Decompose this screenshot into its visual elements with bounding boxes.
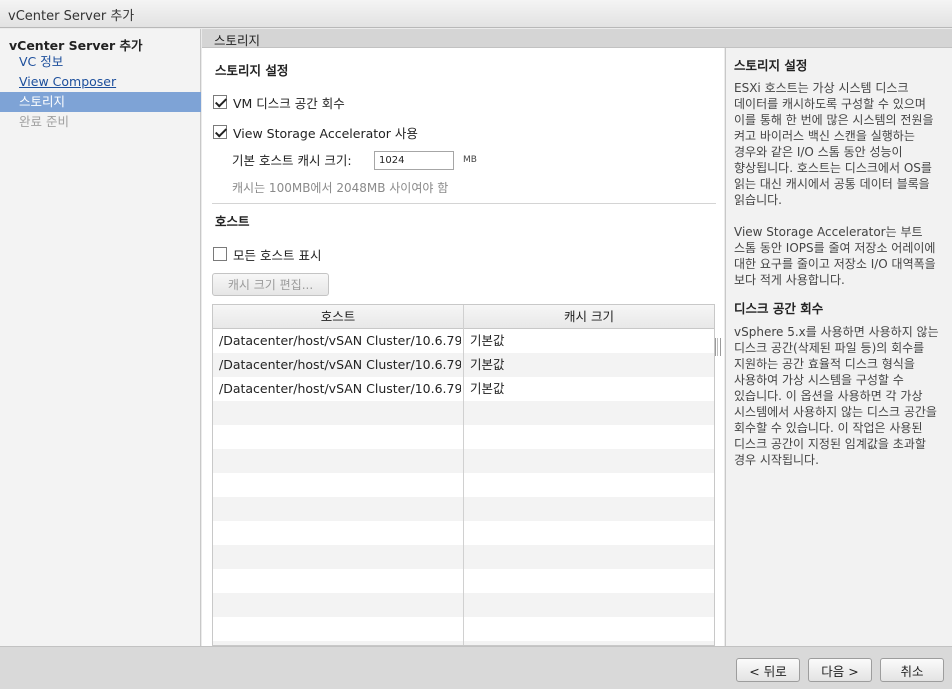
storage-accelerator-label: View Storage Accelerator 사용 <box>233 125 418 141</box>
sidebar-item-view-composer[interactable]: View Composer <box>0 72 201 92</box>
cache-size-unit: MB <box>463 155 477 165</box>
storage-settings-heading: 스토리지 설정 <box>215 63 289 78</box>
show-all-hosts-label: 모든 호스트 표시 <box>233 247 322 263</box>
host-cache-size-label: 기본 호스트 캐시 크기: <box>232 153 352 168</box>
section-divider <box>212 203 716 204</box>
reclaim-disk-space-checkbox[interactable] <box>213 95 227 109</box>
show-all-hosts-checkbox[interactable] <box>213 247 227 261</box>
host-cache-size-input[interactable] <box>374 151 454 170</box>
section-title: 스토리지 <box>214 33 261 48</box>
column-separator[interactable] <box>463 305 464 645</box>
help-title-storage-settings: 스토리지 설정 <box>734 58 808 73</box>
show-all-hosts-row[interactable]: 모든 호스트 표시 <box>213 245 321 263</box>
next-button[interactable]: 다음 > <box>808 658 872 682</box>
main-panel: 스토리지 설정 VM 디스크 공간 회수 View Storage Accele… <box>202 48 724 646</box>
sidebar-item-ready-to-complete: 완료 준비 <box>19 114 69 129</box>
reclaim-disk-space-row[interactable]: VM 디스크 공간 회수 <box>213 93 345 111</box>
storage-accelerator-row[interactable]: View Storage Accelerator 사용 <box>213 123 418 141</box>
back-button[interactable]: < 뒤로 <box>736 658 800 682</box>
column-header-cache-size[interactable]: 캐시 크기 <box>464 305 714 329</box>
section-header: 스토리지 <box>202 29 952 48</box>
sidebar-item-storage[interactable]: 스토리지 <box>0 92 201 112</box>
hosts-table: /Datacenter/host/vSAN Cluster/10.6.79 기본… <box>212 304 715 646</box>
wizard-footer: < 뒤로 다음 > 취소 <box>0 646 952 689</box>
column-header-host[interactable]: 호스트 <box>213 305 463 329</box>
cancel-button[interactable]: 취소 <box>880 658 944 682</box>
cache-size-cell: 기본값 <box>470 357 505 372</box>
panel-splitter-handle[interactable] <box>715 338 721 356</box>
host-path-cell: /Datacenter/host/vSAN Cluster/10.6.79 <box>219 381 461 396</box>
window-title: vCenter Server 추가 <box>8 9 135 24</box>
help-paragraph-accelerator: View Storage Accelerator는 부트 스톰 동안 IOPS를… <box>734 225 936 287</box>
cache-size-cell: 기본값 <box>470 333 505 348</box>
help-paragraph-reclaim: vSphere 5.x를 사용하면 사용하지 않는 디스크 공간(삭제된 파일 … <box>734 325 939 467</box>
host-path-cell: /Datacenter/host/vSAN Cluster/10.6.79 <box>219 333 461 348</box>
cache-size-hint: 캐시는 100MB에서 2048MB 사이여야 함 <box>232 181 449 195</box>
host-path-cell: /Datacenter/host/vSAN Cluster/10.6.79 <box>219 357 461 372</box>
cache-size-cell: 기본값 <box>470 381 505 396</box>
sidebar-item-vc-info[interactable]: VC 정보 <box>0 52 201 72</box>
wizard-sidebar: vCenter Server 추가 VC 정보 View Composer 스토… <box>0 29 201 646</box>
help-paragraph-storage: ESXi 호스트는 가상 시스템 디스크 데이터를 캐시하도록 구성할 수 있으… <box>734 81 934 207</box>
title-bar: vCenter Server 추가 <box>0 0 952 28</box>
help-panel: 스토리지 설정 ESXi 호스트는 가상 시스템 디스크 데이터를 캐시하도록 … <box>725 48 952 646</box>
reclaim-disk-space-label: VM 디스크 공간 회수 <box>233 95 345 111</box>
edit-cache-size-button: 캐시 크기 편집... <box>212 273 329 296</box>
hosts-heading: 호스트 <box>215 214 250 229</box>
help-title-reclaim: 디스크 공간 회수 <box>734 301 824 316</box>
storage-accelerator-checkbox[interactable] <box>213 125 227 139</box>
